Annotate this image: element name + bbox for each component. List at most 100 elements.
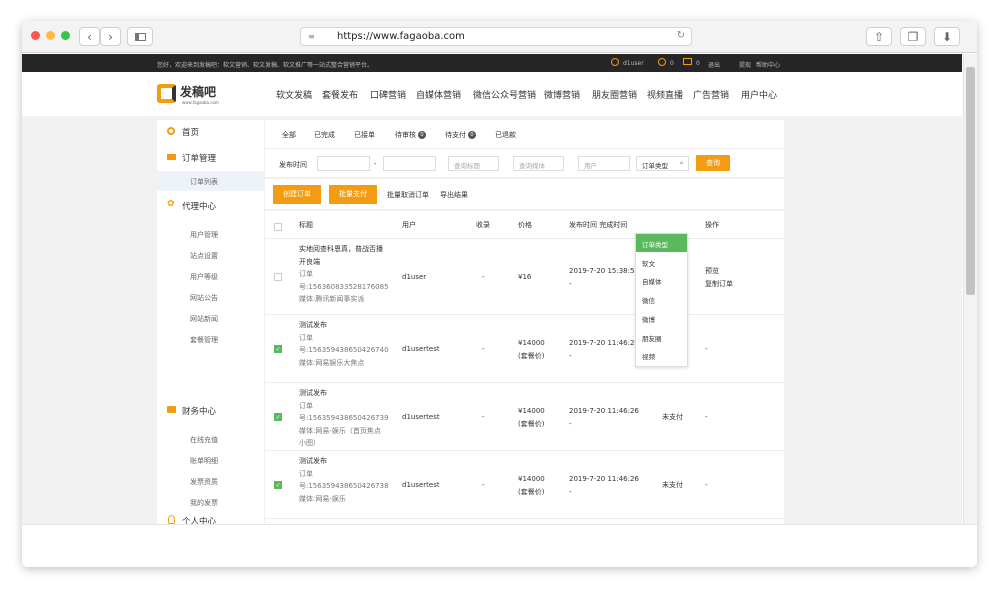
action-panel: 创建订单 批量支付 批量取消订单 导出结果 bbox=[265, 179, 784, 209]
tab-3[interactable]: 待审核 0 bbox=[395, 130, 426, 140]
row-checkbox[interactable] bbox=[274, 273, 282, 281]
row-order-line: 媒体:腾讯新闻事实派 bbox=[299, 295, 365, 303]
check-icon: ✓ bbox=[275, 414, 281, 421]
sidebar-subitem[interactable]: 在线充值 bbox=[157, 429, 264, 449]
export-link[interactable]: 导出结果 bbox=[440, 190, 468, 200]
row-title-line[interactable]: 测试发布 bbox=[299, 319, 389, 332]
topbar-user[interactable]: d1user bbox=[623, 60, 644, 67]
search-button[interactable]: 查询 bbox=[696, 155, 730, 171]
browser-toolbar: ‹ › ≡ https://www.fagaoba.com ↻ ⇧ ❐ ⬇ bbox=[22, 21, 977, 53]
sidebar-label: 用户管理 bbox=[190, 231, 218, 239]
dropdown-option[interactable]: 软文 bbox=[636, 253, 687, 271]
zoom-window-icon[interactable] bbox=[61, 31, 70, 40]
nav-item[interactable]: 自媒体营销 bbox=[416, 88, 461, 101]
tab-1[interactable]: 已完成 bbox=[314, 130, 335, 140]
sidebar-item-order-mgmt[interactable]: 订单管理 bbox=[157, 151, 264, 167]
reload-icon[interactable]: ↻ bbox=[677, 30, 685, 41]
help-link[interactable]: 帮助中心 bbox=[756, 60, 780, 69]
scrollbar[interactable] bbox=[963, 54, 977, 524]
sidebar-label: 用户等级 bbox=[190, 273, 218, 281]
reader-icon[interactable]: ≡ bbox=[308, 32, 315, 41]
row-title-line[interactable]: 测试发布 bbox=[299, 387, 389, 400]
nav-item[interactable]: 套餐发布 bbox=[322, 88, 358, 101]
batch-cancel-link[interactable]: 批量取消订单 bbox=[387, 190, 429, 200]
row-op-link[interactable]: 复制订单 bbox=[705, 278, 733, 291]
row-checkbox[interactable]: ✓ bbox=[274, 345, 282, 353]
tabs-button[interactable]: ❐ bbox=[900, 27, 926, 46]
nav-item[interactable]: 软文发稿 bbox=[276, 88, 312, 101]
row-price-note: (套餐价) bbox=[518, 351, 545, 360]
address-bar[interactable]: ≡ https://www.fagaoba.com ↻ bbox=[300, 27, 692, 46]
web-content: 您好，欢迎来到发稿吧：软文营销、软文发稿、软文推广等一站式整合营销平台。 d1u… bbox=[22, 54, 962, 524]
tab-4[interactable]: 待支付 0 bbox=[445, 130, 476, 140]
row-title-cell: 测试发布 订单 号:156359438650426740 媒体:网易娱乐大焦点 bbox=[299, 319, 389, 369]
sidebar-subitem[interactable]: 网站新闻 bbox=[157, 308, 264, 328]
scrollbar-thumb[interactable] bbox=[966, 67, 975, 295]
dropdown-option[interactable]: 微信 bbox=[636, 290, 687, 308]
sidebar-subitem[interactable]: 我的发票 bbox=[157, 492, 264, 512]
sidebar-subitem[interactable]: 账单明细 bbox=[157, 450, 264, 470]
sidebar-subitem[interactable]: 网站公告 bbox=[157, 287, 264, 307]
topbar-count2[interactable]: 0 bbox=[696, 60, 700, 67]
media-search-input[interactable]: 查询媒体 bbox=[513, 156, 564, 171]
dropdown-option[interactable]: 自媒体 bbox=[636, 271, 687, 289]
sidebar-item-order-list[interactable]: 订单列表 bbox=[157, 171, 264, 191]
logo-text: 发稿吧 bbox=[180, 85, 217, 99]
minimize-window-icon[interactable] bbox=[46, 31, 55, 40]
sidebar-toggle-button[interactable] bbox=[127, 27, 153, 46]
sidebar-subitem[interactable]: 站点设置 bbox=[157, 245, 264, 265]
sidebar-item-agent-center[interactable]: ✿ 代理中心 bbox=[157, 199, 264, 215]
tab-5[interactable]: 已退款 bbox=[495, 130, 516, 140]
truck-icon bbox=[167, 154, 176, 160]
site-logo[interactable]: 发稿吧 www.fagaoba.com bbox=[157, 81, 252, 109]
order-type-select[interactable]: 订单类型 ▵ bbox=[636, 156, 689, 171]
row-order-line: 订单 bbox=[299, 401, 313, 410]
topbar-count1[interactable]: 0 bbox=[670, 60, 674, 67]
user-search-input[interactable]: 用户 bbox=[578, 156, 630, 171]
row-time2: - bbox=[569, 351, 572, 360]
nav-item[interactable]: 视频直播 bbox=[647, 88, 683, 101]
create-order-button[interactable]: 创建订单 bbox=[273, 185, 321, 204]
sidebar-subitem[interactable]: 套餐管理 bbox=[157, 329, 264, 349]
row-title-line[interactable]: 测试发布 bbox=[299, 455, 389, 468]
nav-item[interactable]: 用户中心 bbox=[741, 88, 777, 101]
row-title-line[interactable]: 开良端 bbox=[299, 256, 389, 269]
back-button[interactable]: ‹ bbox=[79, 27, 100, 46]
sidebar-item-personal-center[interactable]: 个人中心 bbox=[157, 514, 264, 524]
tab-2[interactable]: 已接单 bbox=[354, 130, 375, 140]
share-button[interactable]: ⇧ bbox=[866, 27, 892, 46]
nav-item[interactable]: 广告营销 bbox=[693, 88, 729, 101]
tab-0[interactable]: 全部 bbox=[282, 130, 296, 140]
row-checkbox[interactable]: ✓ bbox=[274, 413, 282, 421]
sidebar-item-home[interactable]: 首页 bbox=[157, 125, 264, 141]
dropdown-option[interactable]: 微博 bbox=[636, 309, 687, 327]
row-order-line: 号:156360833528176085 bbox=[299, 282, 389, 291]
nav-item[interactable]: 微信公众号营销 bbox=[473, 88, 536, 101]
forward-button[interactable]: › bbox=[100, 27, 121, 46]
row-op-link[interactable]: - bbox=[705, 343, 708, 356]
row-op-link[interactable]: - bbox=[705, 479, 708, 492]
nav-item[interactable]: 口碑营销 bbox=[370, 88, 406, 101]
dropdown-option[interactable]: 视频 bbox=[636, 346, 687, 364]
sidebar-subitem[interactable]: 用户等级 bbox=[157, 266, 264, 286]
dropdown-option[interactable]: 订单类型 bbox=[636, 234, 687, 252]
sidebar-item-finance-center[interactable]: 财务中心 bbox=[157, 404, 264, 420]
batch-pay-button[interactable]: 批量支付 bbox=[329, 185, 377, 204]
row-title-line[interactable]: 实地阅查科恩真，普战否播 bbox=[299, 243, 389, 256]
sidebar-subitem[interactable]: 用户管理 bbox=[157, 224, 264, 244]
row-op-link[interactable]: 预览 bbox=[705, 265, 733, 278]
title-search-input[interactable]: 查询标题 bbox=[448, 156, 499, 171]
sidebar-subitem[interactable]: 发票资质 bbox=[157, 471, 264, 491]
recharge-link[interactable]: 提现 bbox=[739, 60, 751, 69]
select-all-checkbox[interactable] bbox=[274, 223, 282, 231]
start-date-input[interactable] bbox=[317, 156, 370, 171]
downloads-button[interactable]: ⬇ bbox=[934, 27, 960, 46]
end-date-input[interactable] bbox=[383, 156, 436, 171]
close-window-icon[interactable] bbox=[31, 31, 40, 40]
nav-item[interactable]: 微博营销 bbox=[544, 88, 580, 101]
row-checkbox[interactable]: ✓ bbox=[274, 481, 282, 489]
dropdown-option[interactable]: 朋友圈 bbox=[636, 328, 687, 346]
nav-item[interactable]: 朋友圈营销 bbox=[592, 88, 637, 101]
row-op-link[interactable]: - bbox=[705, 411, 708, 424]
logout-link[interactable]: 退出 bbox=[708, 60, 720, 69]
